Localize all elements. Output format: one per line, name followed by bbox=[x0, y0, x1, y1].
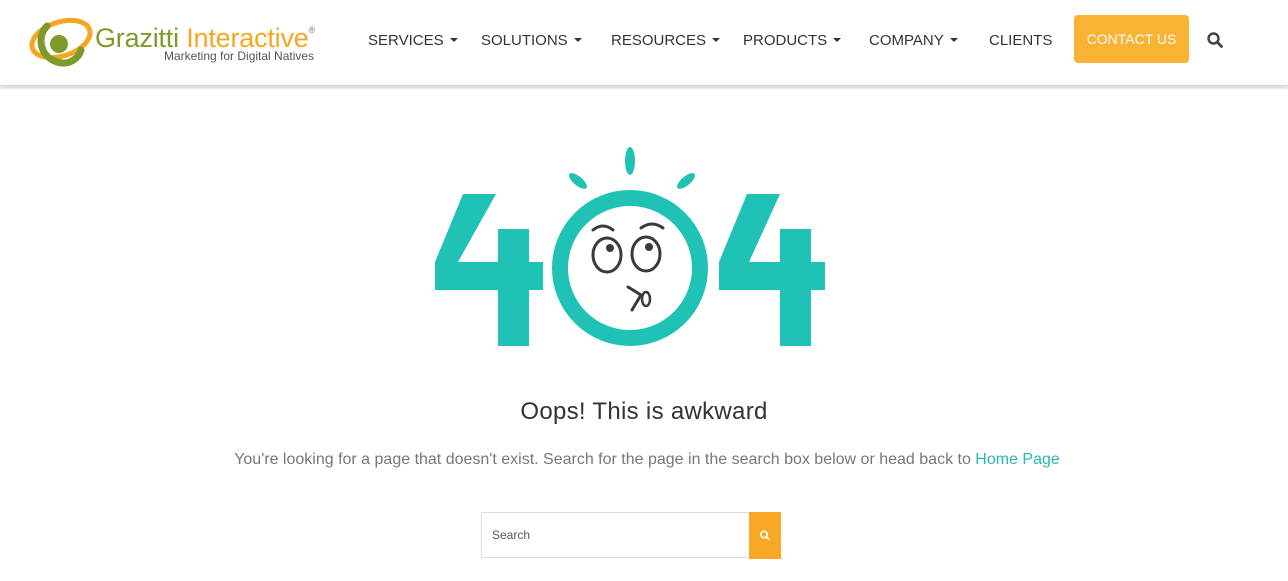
search-submit-button[interactable] bbox=[749, 512, 781, 559]
nav-item-company[interactable]: COMPANY bbox=[869, 31, 958, 51]
caret-down-icon bbox=[449, 38, 458, 42]
search-input[interactable] bbox=[481, 512, 749, 558]
left-pupil bbox=[606, 244, 614, 252]
site-logo[interactable]: Grazitti Interactive® Marketing for Digi… bbox=[29, 12, 334, 68]
search-icon bbox=[760, 530, 770, 541]
nav-item-label: COMPANY bbox=[869, 32, 944, 49]
nav-item-resources[interactable]: RESOURCES bbox=[611, 31, 721, 51]
brand-tagline: Marketing for Digital Natives bbox=[164, 49, 315, 63]
error-message-text: You're looking for a page that doesn't e… bbox=[234, 451, 976, 468]
nav-item-label: CLIENTS bbox=[989, 32, 1053, 49]
nav-item-label: RESOURCES bbox=[611, 32, 707, 49]
mouth-lips bbox=[640, 290, 652, 308]
digit-four-left bbox=[435, 194, 543, 346]
caret-down-icon bbox=[833, 38, 842, 42]
error-heading: Oops! This is awkward bbox=[520, 398, 768, 425]
left-eyebrow bbox=[591, 224, 615, 232]
404-illustration bbox=[435, 147, 825, 346]
caret-down-icon bbox=[573, 38, 582, 42]
sweat-drop-left bbox=[569, 173, 587, 189]
right-eyebrow bbox=[639, 222, 665, 230]
sweat-drop-center bbox=[625, 147, 635, 175]
search-icon[interactable] bbox=[1206, 31, 1224, 49]
right-pupil bbox=[645, 243, 653, 251]
caret-down-icon bbox=[949, 38, 958, 42]
nav-item-label: SERVICES bbox=[368, 32, 444, 49]
mouth bbox=[626, 285, 643, 312]
grazitti-logo-icon bbox=[29, 17, 93, 67]
error-message: You're looking for a page that doesn't e… bbox=[0, 451, 1288, 469]
registered-mark: ® bbox=[308, 25, 316, 35]
nav-item-label: SOLUTIONS bbox=[481, 32, 568, 49]
home-page-link[interactable]: Home Page bbox=[975, 451, 1060, 468]
nav-item-label: PRODUCTS bbox=[743, 32, 828, 49]
digit-four-right bbox=[719, 194, 825, 346]
contact-us-button[interactable]: CONTACT US bbox=[1074, 15, 1189, 63]
nav-item-services[interactable]: SERVICES bbox=[368, 31, 458, 51]
nav-item-clients[interactable]: CLIENTS bbox=[989, 31, 1052, 51]
site-header: Grazitti Interactive® Marketing for Digi… bbox=[0, 0, 1288, 86]
left-eye bbox=[591, 236, 623, 274]
sweat-drop-right bbox=[677, 173, 695, 189]
nav-item-products[interactable]: PRODUCTS bbox=[743, 31, 842, 51]
caret-down-icon bbox=[712, 38, 721, 42]
brand-name: Grazitti Interactive® bbox=[95, 14, 315, 54]
right-eye bbox=[630, 235, 662, 273]
nav-item-solutions[interactable]: SOLUTIONS bbox=[481, 31, 582, 51]
face-ring bbox=[552, 190, 708, 346]
